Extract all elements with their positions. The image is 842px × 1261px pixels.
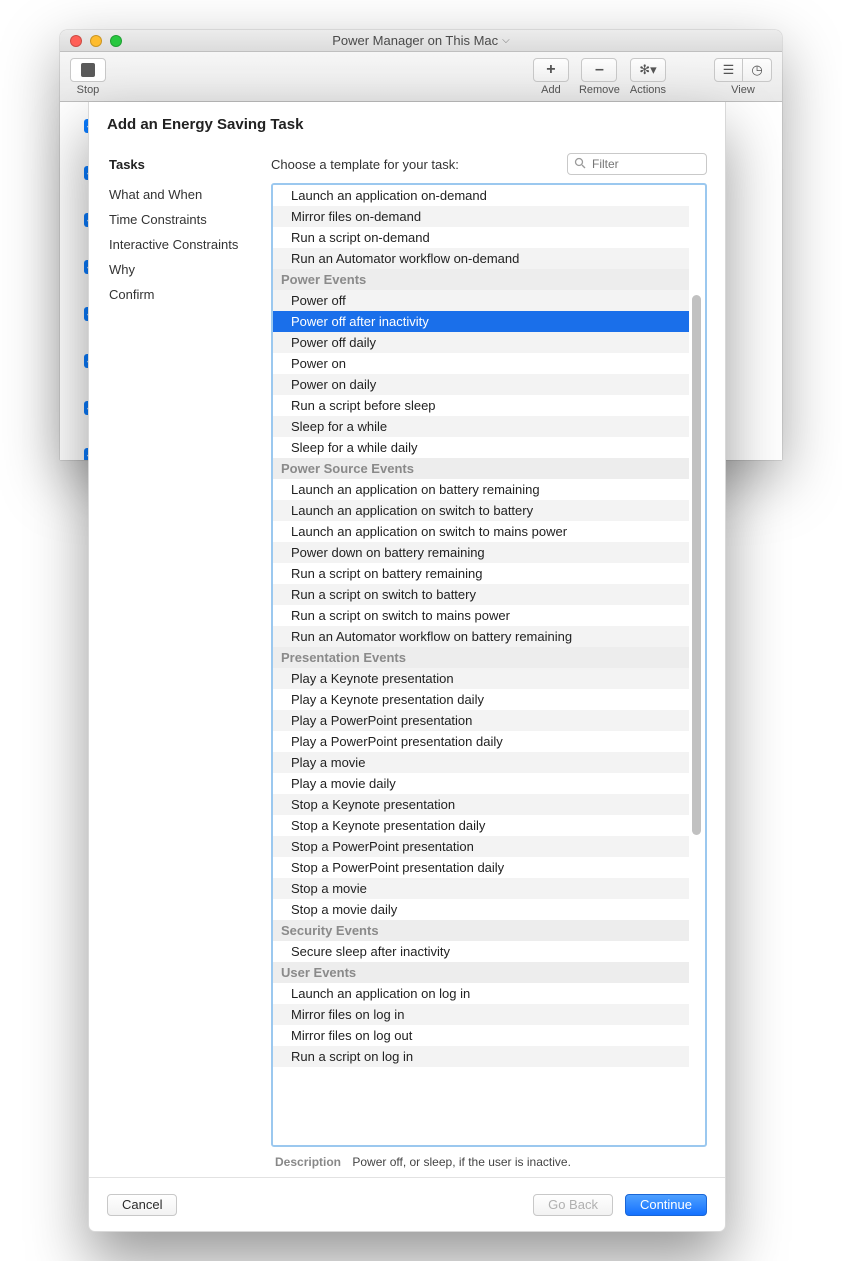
search-icon xyxy=(574,157,586,172)
template-row[interactable]: Stop a PowerPoint presentation daily xyxy=(273,857,689,878)
template-row[interactable]: Launch an application on switch to mains… xyxy=(273,521,689,542)
template-group-user-events: User Events xyxy=(273,962,689,983)
template-group-power-events: Power Events xyxy=(273,269,689,290)
gauge-view-icon[interactable]: ◷ xyxy=(743,58,771,82)
template-row[interactable]: Mirror files on log out xyxy=(273,1025,689,1046)
template-row[interactable]: Run an Automator workflow on-demand xyxy=(273,248,689,269)
template-row[interactable]: Run an Automator workflow on battery rem… xyxy=(273,626,689,647)
template-row-selected[interactable]: Power off after inactivity xyxy=(273,311,689,332)
description-text: Power off, or sleep, if the user is inac… xyxy=(352,1155,571,1169)
template-row[interactable]: Run a script on switch to battery xyxy=(273,584,689,605)
template-row[interactable]: Stop a Keynote presentation daily xyxy=(273,815,689,836)
list-view-icon[interactable]: ☰ xyxy=(715,58,743,82)
assistant-sheet: Add an Energy Saving Task Tasks What and… xyxy=(88,102,726,1232)
titlebar[interactable]: Power Manager on This Mac ⌵ xyxy=(60,30,782,52)
cancel-button[interactable]: Cancel xyxy=(107,1194,177,1216)
template-row[interactable]: Sleep for a while daily xyxy=(273,437,689,458)
template-row[interactable]: Play a Keynote presentation daily xyxy=(273,689,689,710)
toolbar-actions-button[interactable]: ✻▾ Actions xyxy=(630,58,666,96)
template-row[interactable]: Launch an application on battery remaini… xyxy=(273,479,689,500)
plus-icon: + xyxy=(546,61,555,79)
sidebar-item-interactive-constraints[interactable]: Interactive Constraints xyxy=(109,232,257,257)
template-row[interactable]: Secure sleep after inactivity xyxy=(273,941,689,962)
template-group-security-events: Security Events xyxy=(273,920,689,941)
list-scrollbar[interactable] xyxy=(689,185,705,1145)
template-row[interactable]: Run a script before sleep xyxy=(273,395,689,416)
template-row[interactable]: Mirror files on log in xyxy=(273,1004,689,1025)
toolbar-view-segmented[interactable]: ☰ ◷ View xyxy=(714,58,772,96)
stop-icon xyxy=(81,63,95,77)
toolbar-remove-button[interactable]: – Remove xyxy=(579,58,620,96)
template-row[interactable]: Stop a PowerPoint presentation xyxy=(273,836,689,857)
template-row[interactable]: Run a script on switch to mains power xyxy=(273,605,689,626)
template-row[interactable]: Mirror files on-demand xyxy=(273,206,689,227)
template-row[interactable]: Play a movie xyxy=(273,752,689,773)
assistant-sidebar: Tasks What and When Time Constraints Int… xyxy=(89,143,271,1177)
template-row[interactable]: Power off xyxy=(273,290,689,311)
template-row[interactable]: Launch an application on-demand xyxy=(273,185,689,206)
window-title[interactable]: Power Manager on This Mac xyxy=(332,33,498,48)
template-row[interactable]: Stop a Keynote presentation xyxy=(273,794,689,815)
template-group-power-source-events: Power Source Events xyxy=(273,458,689,479)
toolbar-stop-button[interactable]: Stop xyxy=(70,58,106,96)
template-row[interactable]: Stop a movie daily xyxy=(273,899,689,920)
sidebar-item-confirm[interactable]: Confirm xyxy=(109,282,257,307)
template-row[interactable]: Play a PowerPoint presentation daily xyxy=(273,731,689,752)
template-row[interactable]: Play a Keynote presentation xyxy=(273,668,689,689)
sheet-footer: Cancel Go Back Continue xyxy=(89,1177,725,1231)
sidebar-heading: Tasks xyxy=(109,157,257,172)
sheet-title: Add an Energy Saving Task xyxy=(89,102,725,143)
continue-button[interactable]: Continue xyxy=(625,1194,707,1216)
template-row[interactable]: Play a PowerPoint presentation xyxy=(273,710,689,731)
go-back-button: Go Back xyxy=(533,1194,613,1216)
template-row[interactable]: Power on daily xyxy=(273,374,689,395)
template-row[interactable]: Play a movie daily xyxy=(273,773,689,794)
template-row[interactable]: Launch an application on log in xyxy=(273,983,689,1004)
toolbar-add-button[interactable]: + Add xyxy=(533,58,569,96)
template-prompt: Choose a template for your task: xyxy=(271,157,459,172)
template-row[interactable]: Sleep for a while xyxy=(273,416,689,437)
template-row[interactable]: Run a script on battery remaining xyxy=(273,563,689,584)
template-listbox[interactable]: Launch an application on-demand Mirror f… xyxy=(271,183,707,1147)
template-row[interactable]: Power down on battery remaining xyxy=(273,542,689,563)
minus-icon: – xyxy=(595,61,604,79)
scrollbar-thumb[interactable] xyxy=(692,295,701,835)
template-row[interactable]: Run a script on log in xyxy=(273,1046,689,1067)
sidebar-item-why[interactable]: Why xyxy=(109,257,257,282)
template-group-presentation-events: Presentation Events xyxy=(273,647,689,668)
toolbar: Stop + Add – Remove ✻▾ Actions xyxy=(60,52,782,102)
gear-icon: ✻▾ xyxy=(639,62,656,78)
template-row[interactable]: Power off daily xyxy=(273,332,689,353)
template-row[interactable]: Run a script on-demand xyxy=(273,227,689,248)
chevron-down-icon: ⌵ xyxy=(502,35,510,46)
description-label: Description xyxy=(275,1155,341,1169)
filter-input[interactable] xyxy=(567,153,707,175)
sidebar-item-time-constraints[interactable]: Time Constraints xyxy=(109,207,257,232)
template-row[interactable]: Stop a movie xyxy=(273,878,689,899)
sidebar-item-what-when[interactable]: What and When xyxy=(109,182,257,207)
template-row[interactable]: Launch an application on switch to batte… xyxy=(273,500,689,521)
template-row[interactable]: Power on xyxy=(273,353,689,374)
